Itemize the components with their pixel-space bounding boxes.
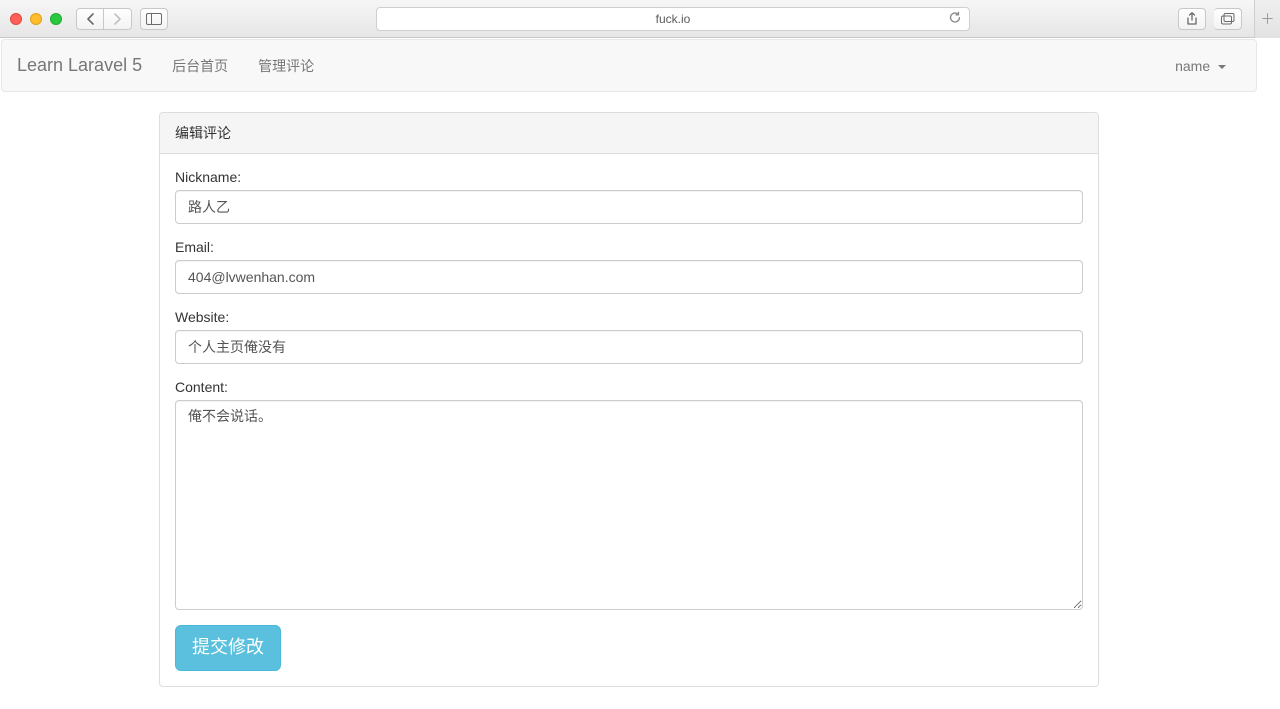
browser-chrome: fuck.io ＋ bbox=[0, 0, 1280, 38]
new-tab-button[interactable]: ＋ bbox=[1254, 0, 1280, 38]
nav-back-button[interactable] bbox=[76, 8, 104, 30]
website-input[interactable] bbox=[175, 330, 1083, 364]
share-button[interactable] bbox=[1178, 8, 1206, 30]
page-viewport[interactable]: Learn Laravel 5 后台首页 管理评论 name 编辑评论 Nick… bbox=[0, 38, 1280, 709]
window-minimize-button[interactable] bbox=[30, 13, 42, 25]
sidebar-toggle-group bbox=[140, 8, 168, 30]
show-sidebar-button[interactable] bbox=[140, 8, 168, 30]
chevron-left-icon bbox=[86, 13, 95, 25]
chevron-right-icon bbox=[113, 13, 122, 25]
edit-comment-panel: 编辑评论 Nickname: Email: Website: bbox=[159, 112, 1099, 687]
nickname-input[interactable] bbox=[175, 190, 1083, 224]
tabs-icon bbox=[1221, 13, 1235, 25]
plus-icon: ＋ bbox=[1261, 9, 1275, 29]
content-textarea[interactable] bbox=[175, 400, 1083, 610]
nav-link-home[interactable]: 后台首页 bbox=[157, 41, 243, 91]
sidebar-icon bbox=[146, 13, 162, 25]
email-input[interactable] bbox=[175, 260, 1083, 294]
address-bar-url: fuck.io bbox=[656, 12, 691, 26]
website-label: Website: bbox=[175, 309, 1083, 325]
nickname-label: Nickname: bbox=[175, 169, 1083, 185]
user-menu-label: name bbox=[1175, 58, 1210, 74]
panel-heading: 编辑评论 bbox=[160, 113, 1098, 154]
chrome-right-buttons bbox=[1178, 8, 1242, 30]
user-menu-dropdown[interactable]: name bbox=[1160, 43, 1241, 89]
email-label: Email: bbox=[175, 239, 1083, 255]
address-bar[interactable]: fuck.io bbox=[376, 7, 970, 31]
navbar-brand[interactable]: Learn Laravel 5 bbox=[17, 40, 157, 91]
reload-button[interactable] bbox=[949, 11, 961, 26]
window-close-button[interactable] bbox=[10, 13, 22, 25]
submit-button[interactable]: 提交修改 bbox=[175, 625, 281, 671]
window-zoom-button[interactable] bbox=[50, 13, 62, 25]
show-all-tabs-button[interactable] bbox=[1214, 8, 1242, 30]
nav-back-forward-group bbox=[76, 8, 132, 30]
reload-icon bbox=[949, 11, 961, 23]
window-controls bbox=[10, 13, 62, 25]
nav-forward-button[interactable] bbox=[104, 8, 132, 30]
caret-down-icon bbox=[1218, 65, 1226, 69]
app-navbar: Learn Laravel 5 后台首页 管理评论 name bbox=[1, 39, 1257, 92]
content-label: Content: bbox=[175, 379, 1083, 395]
navbar-links: 后台首页 管理评论 bbox=[157, 41, 329, 91]
share-icon bbox=[1186, 12, 1198, 26]
nav-link-comments[interactable]: 管理评论 bbox=[243, 41, 329, 91]
